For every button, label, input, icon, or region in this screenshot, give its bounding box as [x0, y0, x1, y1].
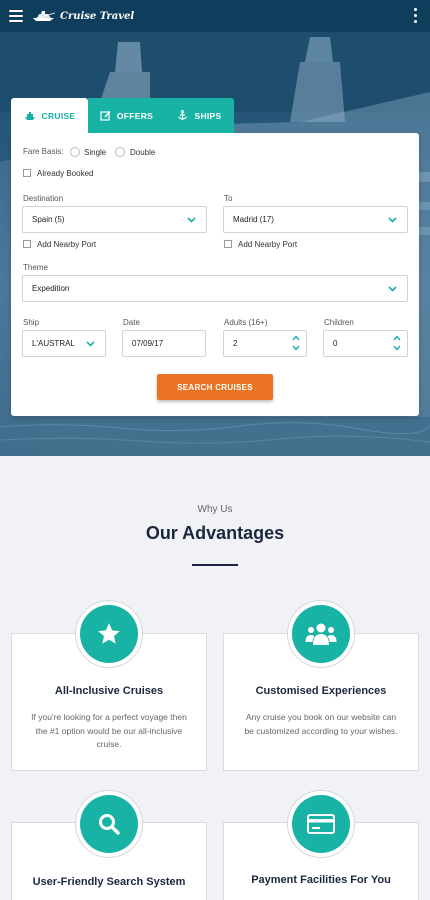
adults-value: 2 — [233, 339, 238, 348]
fare-single-radio[interactable] — [70, 147, 80, 157]
tab-ships[interactable]: SHIPS — [165, 98, 234, 133]
destination-label: Destination — [23, 194, 64, 203]
nearby-port-checkbox-to[interactable] — [224, 240, 232, 248]
brand-logo[interactable]: Cruise Travel — [32, 10, 134, 22]
children-label: Children — [324, 318, 354, 327]
to-select[interactable]: Madrid (17) — [223, 206, 408, 233]
section-title: Our Advantages — [145, 523, 285, 543]
children-stepper[interactable]: 0 — [323, 330, 408, 357]
credit-card-icon — [307, 814, 335, 834]
fare-single-label: Single — [84, 148, 107, 157]
chevron-down-icon — [388, 217, 397, 223]
nearby-port-label: Add Nearby Port — [37, 240, 97, 249]
children-value: 0 — [333, 339, 338, 348]
chevron-down-icon — [86, 341, 95, 347]
advantage-icon-badge — [287, 790, 355, 858]
to-label: To — [224, 194, 233, 203]
ship-select[interactable]: L'AUSTRAL — [22, 330, 106, 357]
advantage-icon-badge — [75, 790, 143, 858]
card-description: If you're looking for a perfect voyage t… — [31, 712, 187, 749]
card-title: All-Inclusive Cruises — [54, 685, 164, 697]
cruise-ship-logo-icon — [33, 11, 56, 21]
to-value: Madrid (17) — [233, 215, 274, 224]
search-icon — [99, 814, 120, 835]
nearby-port-label: Add Nearby Port — [238, 240, 298, 249]
fare-double-label: Double — [130, 148, 156, 157]
already-booked-checkbox[interactable] — [23, 169, 31, 177]
search-tabs: CRUISE OFFERS SHIPS — [11, 98, 234, 133]
theme-label: Theme — [23, 263, 48, 272]
edit-icon — [100, 110, 111, 121]
adults-label: Adults (16+) — [224, 318, 268, 327]
card-description: Any cruise you book on our website can b… — [244, 712, 398, 736]
tab-label: SHIPS — [194, 110, 222, 121]
title-divider — [192, 564, 238, 566]
nearby-port-checkbox-from[interactable] — [23, 240, 31, 248]
star-icon — [98, 623, 120, 644]
advantage-icon-badge — [75, 600, 143, 668]
card-title: User-Friendly Search System — [32, 876, 186, 888]
top-bar: Cruise Travel — [0, 0, 430, 32]
ship-icon — [24, 111, 36, 121]
adults-spinner — [292, 335, 300, 351]
cruise-search-form: Fare Basis: Single Double Already Booked… — [11, 133, 419, 416]
already-booked-label: Already Booked — [37, 169, 94, 178]
card-title: Payment Facilities For You — [251, 874, 391, 886]
date-input[interactable]: 07/09/17 — [122, 330, 206, 357]
fare-basis-label: Fare Basis: — [23, 147, 64, 156]
card-title: Customised Experiences — [255, 685, 387, 697]
brand-name: Cruise Travel — [60, 10, 135, 22]
advantage-icon-badge — [287, 600, 355, 668]
destination-select[interactable]: Spain (5) — [22, 206, 207, 233]
theme-value: Expedition — [32, 284, 70, 293]
chevron-down-icon[interactable] — [292, 345, 300, 351]
kebab-menu-icon[interactable] — [414, 8, 418, 23]
children-spinner — [393, 335, 401, 351]
anchor-icon — [177, 110, 188, 121]
tab-label: CRUISE — [41, 110, 76, 121]
tab-offers[interactable]: OFFERS — [88, 98, 165, 133]
search-cruises-button[interactable]: SEARCH CRUISES — [157, 374, 273, 400]
group-icon — [305, 623, 337, 645]
date-value: 07/09/17 — [132, 339, 164, 348]
section-eyebrow: Why Us — [197, 504, 233, 515]
theme-select[interactable]: Expedition — [22, 275, 408, 302]
ship-value: L'AUSTRAL — [32, 339, 75, 348]
destination-value: Spain (5) — [32, 215, 65, 224]
chevron-down-icon — [388, 286, 397, 292]
tab-label: OFFERS — [116, 110, 154, 121]
chevron-up-icon[interactable] — [292, 335, 300, 341]
date-label: Date — [123, 318, 140, 327]
hamburger-menu-icon[interactable] — [9, 10, 23, 22]
tab-cruise[interactable]: CRUISE — [11, 98, 88, 133]
chevron-down-icon[interactable] — [393, 345, 401, 351]
fare-double-radio[interactable] — [115, 147, 125, 157]
chevron-down-icon — [187, 217, 196, 223]
ship-label: Ship — [23, 318, 40, 327]
adults-stepper[interactable]: 2 — [223, 330, 307, 357]
chevron-up-icon[interactable] — [393, 335, 401, 341]
